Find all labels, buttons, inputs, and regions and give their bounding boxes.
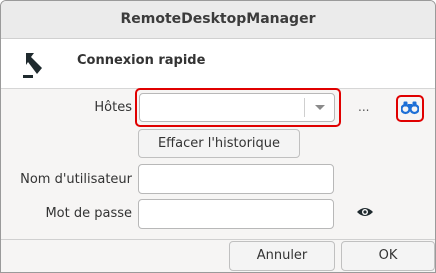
window-title: RemoteDesktopManager (1, 1, 435, 39)
chevron-down-icon[interactable] (315, 105, 325, 110)
clear-history-button[interactable]: Effacer l'historique (138, 129, 300, 158)
footer-divider (1, 239, 435, 240)
header-title: Connexion rapide (77, 53, 206, 68)
dialog-header: Connexion rapide (1, 39, 435, 89)
username-label: Nom d'utilisateur (20, 172, 132, 187)
hosts-combobox[interactable] (139, 93, 335, 122)
cancel-button[interactable]: Annuler (229, 241, 335, 271)
quick-connect-dialog: RemoteDesktopManager Connexion rapide Hô… (0, 0, 436, 273)
binoculars-icon[interactable] (401, 100, 419, 115)
ok-button[interactable]: OK (341, 241, 435, 271)
combo-separator (304, 98, 305, 117)
password-label: Mot de passe (45, 206, 132, 221)
more-options-button[interactable]: ... (358, 100, 369, 114)
connect-arrow-icon (23, 53, 42, 78)
hosts-label: Hôtes (94, 100, 132, 115)
show-password-eye-icon[interactable] (356, 206, 374, 218)
username-field[interactable] (138, 164, 334, 194)
password-field[interactable] (138, 199, 334, 229)
